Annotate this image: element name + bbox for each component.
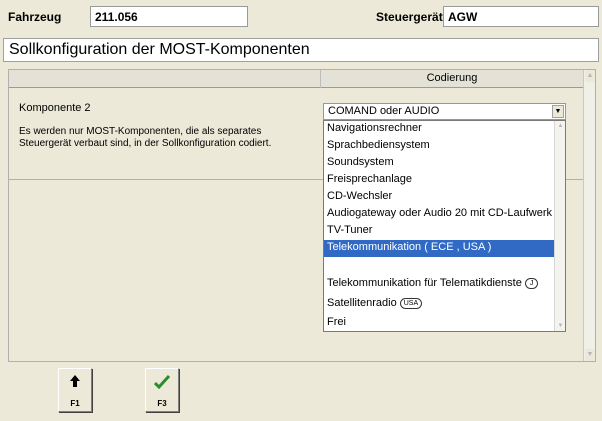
checkmark-icon — [146, 374, 178, 392]
f1-label: F1 — [70, 399, 80, 408]
component-label: Komponente 2 — [19, 102, 91, 114]
arrow-up-icon — [59, 375, 91, 390]
scroll-up-icon[interactable]: ▲ — [585, 70, 595, 82]
ecu-field[interactable]: AGW — [443, 6, 599, 27]
vehicle-label: Fahrzeug — [8, 10, 62, 24]
select-value: COMAND oder AUDIO — [328, 105, 440, 117]
dropdown-option[interactable]: TV-Tuner — [324, 223, 554, 240]
dropdown-option[interactable]: Satellitenradio USA — [324, 295, 554, 314]
dropdown-scrollbar[interactable]: ▲ ▼ — [554, 121, 565, 331]
dropdown-option[interactable]: Freisprechanlage — [324, 172, 554, 189]
f1-button[interactable]: F1 — [58, 368, 92, 412]
panel-scrollbar[interactable]: ▲ ▼ — [583, 70, 595, 361]
f3-label: F3 — [157, 399, 167, 408]
dropdown-option[interactable]: Soundsystem — [324, 155, 554, 172]
j-badge-icon: J — [524, 277, 539, 289]
dropdown-option[interactable]: Sprachbediensystem — [324, 138, 554, 155]
dropdown-option[interactable]: Audiogateway oder Audio 20 mit CD-Laufwe… — [324, 206, 554, 223]
codierung-header: Codierung — [426, 72, 478, 84]
vehicle-field[interactable]: 211.056 — [90, 6, 248, 27]
ecu-label: Steuergerät — [376, 10, 443, 24]
top-bar: Fahrzeug 211.056 Steuergerät AGW — [0, 0, 602, 36]
usa-badge-icon: USA — [399, 297, 423, 309]
dropdown-option[interactable]: Navigationsrechner — [324, 121, 554, 138]
table-header: Codierung — [9, 70, 584, 88]
dropdown-option-empty[interactable] — [324, 257, 554, 274]
dropdown-option[interactable]: Telekommunikation für Telematikdienste J — [324, 274, 554, 295]
component-dropdown-list[interactable]: Navigationsrechner Sprachbediensystem So… — [323, 120, 566, 332]
scroll-up-icon[interactable]: ▲ — [556, 121, 565, 131]
section-title: Sollkonfiguration der MOST-Komponenten — [3, 38, 599, 62]
scroll-down-icon[interactable]: ▼ — [556, 321, 565, 331]
component-note: Es werden nur MOST-Komponenten, die als … — [19, 126, 272, 149]
dropdown-option[interactable]: Frei — [324, 315, 554, 332]
component-select[interactable]: COMAND oder AUDIO ▼ — [323, 103, 566, 120]
dropdown-option-selected[interactable]: Telekommunikation ( ECE , USA ) — [324, 240, 554, 257]
scroll-down-icon[interactable]: ▼ — [585, 349, 595, 361]
f3-button[interactable]: F3 — [145, 368, 179, 412]
chevron-down-icon[interactable]: ▼ — [552, 105, 564, 118]
dropdown-option[interactable]: CD-Wechsler — [324, 189, 554, 206]
header-cell-empty — [9, 70, 321, 88]
